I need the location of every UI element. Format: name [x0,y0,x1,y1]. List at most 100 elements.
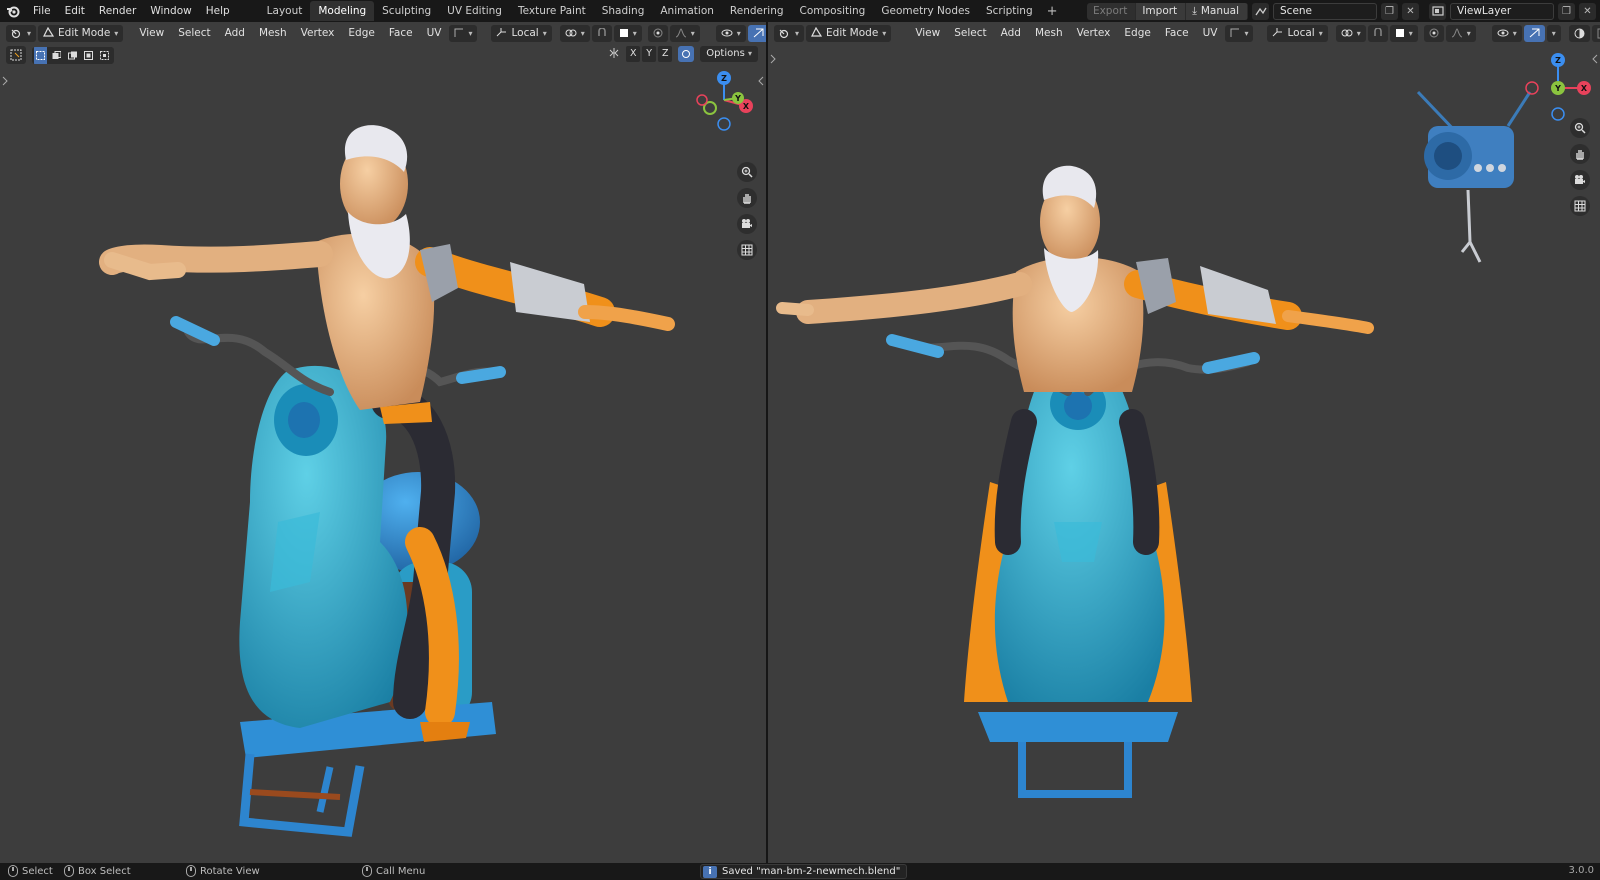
hand-icon[interactable] [737,188,757,208]
menu-mesh[interactable]: Mesh [253,22,293,44]
character-leg-dark-right [1119,409,1160,555]
falloff-icon[interactable]: ▾ [1445,24,1476,42]
delete-scene-icon[interactable]: ✕ [1402,2,1419,20]
menu-uv[interactable]: UV [421,22,448,44]
visibility-icon[interactable]: ▾ [1491,24,1522,42]
mirror-z-button[interactable]: Z [658,46,673,62]
grid-icon[interactable] [737,240,757,260]
report-message[interactable]: i Saved "man-bm-2-newmech.blend" [700,864,908,879]
menu-help[interactable]: Help [199,0,237,22]
select-subtract-icon[interactable] [66,46,80,64]
scene-selector-icon[interactable] [1252,2,1269,20]
menu-vertex[interactable]: Vertex [1071,22,1117,44]
tab-rendering[interactable]: Rendering [722,1,792,21]
snap-icon[interactable] [591,24,612,42]
menu-vertex[interactable]: Vertex [295,22,341,44]
menu-face[interactable]: Face [383,22,419,44]
menu-view[interactable]: View [909,22,946,44]
add-workspace-button[interactable]: + [1041,4,1064,19]
menu-mesh[interactable]: Mesh [1029,22,1069,44]
pivot-icon[interactable]: ▾ [559,24,590,42]
menu-edit[interactable]: Edit [58,0,92,22]
shading-solid-icon[interactable] [1591,24,1600,42]
tab-scripting[interactable]: Scripting [978,1,1041,21]
xray-icon[interactable] [1568,24,1590,42]
mode-dropdown[interactable]: Edit Mode ▾ [38,24,124,42]
camera-icon[interactable] [737,214,757,234]
menu-select[interactable]: Select [948,22,992,44]
menu-add[interactable]: Add [995,22,1027,44]
menu-add[interactable]: Add [219,22,251,44]
zoom-icon[interactable] [737,162,757,182]
manual-button[interactable]: ⤓ Manual [1186,2,1248,20]
delete-view-layer-icon[interactable]: ✕ [1579,2,1596,20]
menu-edge[interactable]: Edge [1118,22,1156,44]
new-view-layer-icon[interactable]: ❐ [1558,2,1575,20]
transform-orientation-dropdown[interactable]: Local ▾ [491,24,552,42]
menu-window[interactable]: Window [143,0,198,22]
grid-icon[interactable] [1570,196,1590,216]
new-scene-icon[interactable]: ❐ [1381,2,1398,20]
overlay-dropdown[interactable]: ▾ [1546,24,1561,42]
transform-orientation-dropdown[interactable]: Local ▾ [1267,24,1328,42]
menu-edge[interactable]: Edge [342,22,380,44]
toolbar-expand-icon[interactable] [770,54,776,64]
tab-modeling[interactable]: Modeling [310,1,375,21]
mode-dropdown[interactable]: Edit Mode ▾ [806,24,892,42]
hand-icon[interactable] [1570,144,1590,164]
export-button[interactable]: Export [1086,2,1137,20]
import-button[interactable]: Import [1136,2,1187,20]
menu-view[interactable]: View [133,22,170,44]
tab-sculpting[interactable]: Sculpting [374,1,439,21]
camera-icon[interactable] [1570,170,1590,190]
editor-type-icon[interactable]: ▾ [6,24,37,42]
zoom-icon[interactable] [1570,118,1590,138]
select-intersect-icon[interactable] [98,46,112,64]
auto-merge-icon[interactable] [678,46,695,62]
tab-compositing[interactable]: Compositing [792,1,874,21]
viewport-left[interactable]: ▾ Edit Mode ▾ View Select Add Mesh Verte… [0,22,766,863]
tab-shading[interactable]: Shading [594,1,653,21]
tab-uv-editing[interactable]: UV Editing [439,1,510,21]
menu-file[interactable]: File [26,0,58,22]
orientation-label: Local [511,27,539,39]
snap-target-icon[interactable]: ▾ [1389,24,1418,42]
select-invert-icon[interactable] [82,46,96,64]
menu-select[interactable]: Select [172,22,216,44]
select-extend-icon[interactable] [50,46,64,64]
menu-uv[interactable]: UV [1197,22,1224,44]
uv-sync-icon[interactable]: ▾ [1225,24,1254,42]
overlay-icon[interactable] [747,24,766,42]
toolbar-expand-icon[interactable] [2,76,8,86]
select-tool-icon[interactable] [6,46,26,64]
tab-layout[interactable]: Layout [259,1,311,21]
overlay-icon[interactable] [1523,24,1545,42]
mirror-x-button[interactable]: X [626,46,641,62]
pivot-icon[interactable]: ▾ [1335,24,1366,42]
scene-name-field[interactable]: Scene [1273,2,1377,20]
select-new-icon[interactable] [34,46,48,64]
tab-animation[interactable]: Animation [652,1,722,21]
navigation-gizmo[interactable]: Z X Y [694,70,760,136]
proportional-icon[interactable] [647,24,668,42]
tab-geometry-nodes[interactable]: Geometry Nodes [873,1,978,21]
navigation-gizmo[interactable]: Z X Y [1520,50,1596,126]
falloff-icon[interactable]: ▾ [669,24,700,42]
viewport-right[interactable]: ▾ Edit Mode ▾ View Select Add Mesh Verte… [768,22,1600,863]
chevron-down-icon: ▾ [1318,28,1323,38]
uv-sync-icon[interactable]: ▾ [449,24,478,42]
snap-target-icon[interactable]: ▾ [613,24,642,42]
proportional-icon[interactable] [1423,24,1444,42]
view-layer-selector-icon[interactable] [1429,2,1446,20]
options-dropdown[interactable]: Options ▾ [700,46,758,62]
tab-texture-paint[interactable]: Texture Paint [510,1,594,21]
view-layer-field[interactable]: ViewLayer [1450,2,1554,20]
menu-face[interactable]: Face [1159,22,1195,44]
menu-render[interactable]: Render [92,0,143,22]
editor-type-icon[interactable]: ▾ [774,24,805,42]
snap-icon[interactable] [1367,24,1388,42]
blender-logo-icon[interactable] [0,0,26,22]
visibility-icon[interactable]: ▾ [715,24,746,42]
viewport-left-header: ▾ Edit Mode ▾ View Select Add Mesh Verte… [0,22,766,44]
mirror-y-button[interactable]: Y [642,46,657,62]
